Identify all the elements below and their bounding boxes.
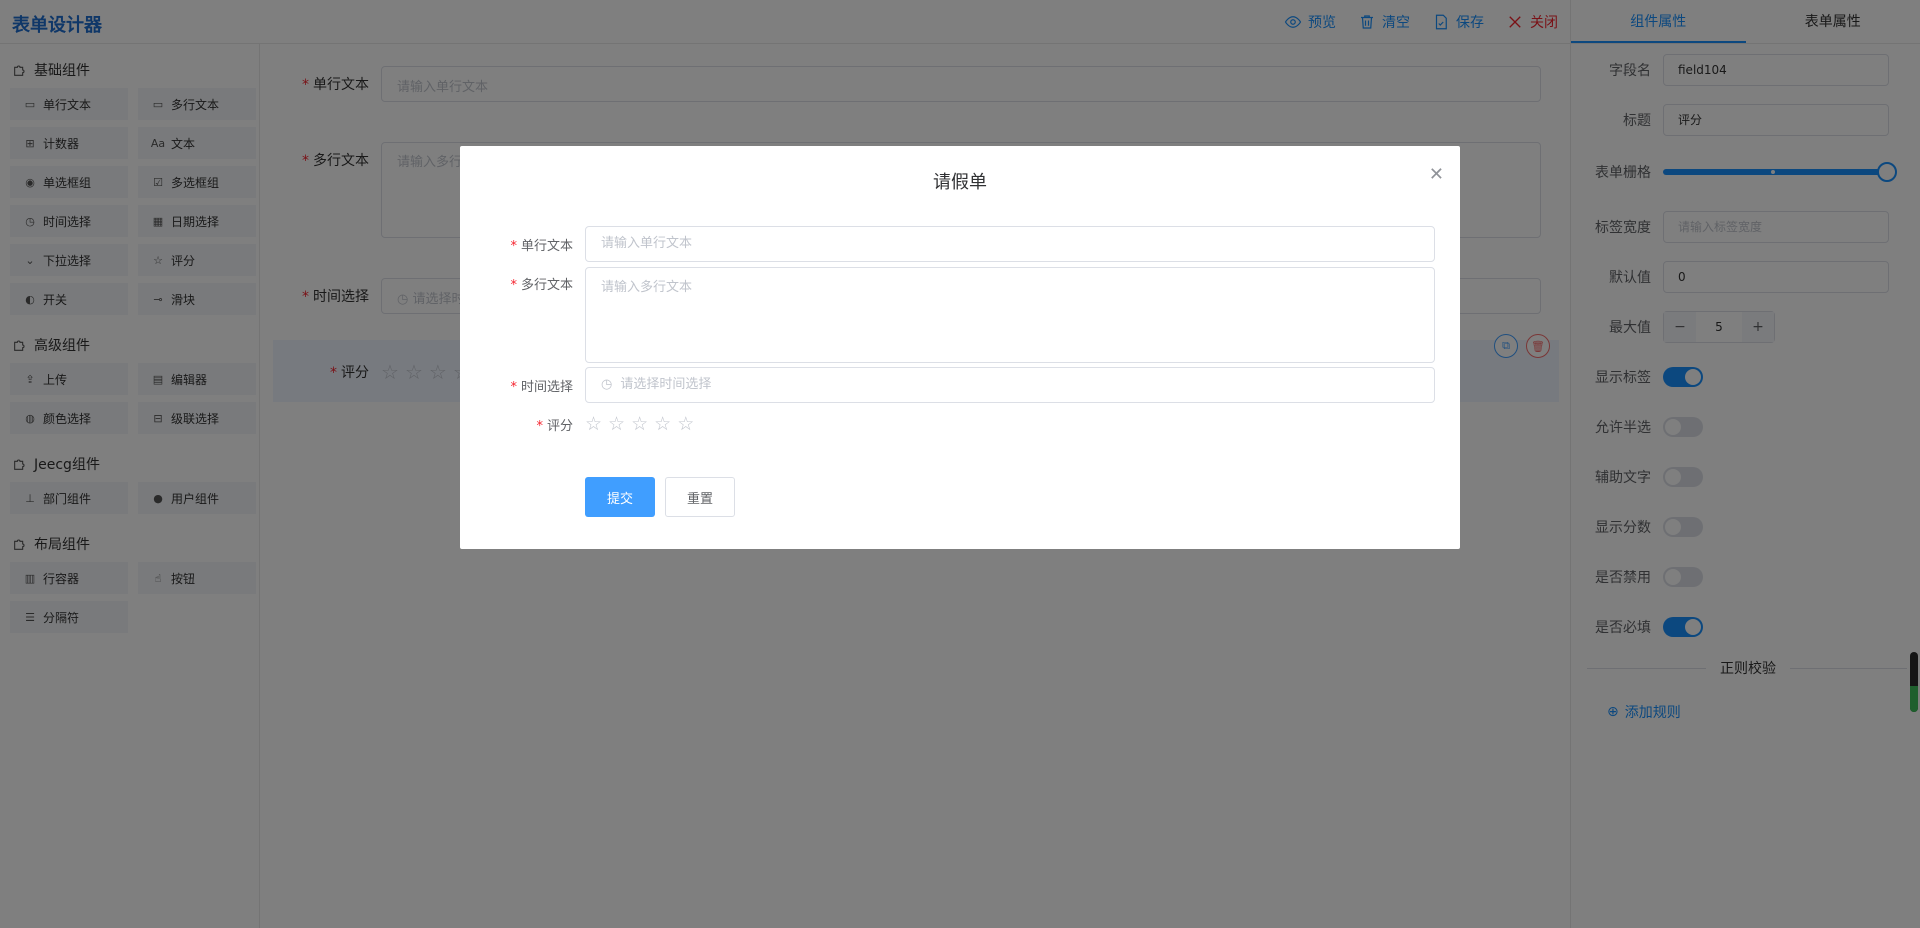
submit-button[interactable]: 提交 [585,477,655,517]
preview-dialog: 请假单 ✕ * 单行文本 请输入单行文本 * 多行文本 请输入多行文本 * 时间选择 … [460,146,1460,549]
dialog-time-input[interactable]: ◷ 请选择时间选择 [585,367,1435,403]
clock-icon: ◷ [601,377,613,392]
star-icon[interactable]: ☆ [608,414,625,434]
dialog-row-rating: * 评分 ☆ ☆ ☆ ☆ ☆ [460,414,694,434]
dialog-text-input[interactable]: 请输入单行文本 [585,226,1435,262]
star-icon[interactable]: ☆ [677,414,694,434]
dialog-label: * 单行文本 [510,238,573,254]
star-icon[interactable]: ☆ [654,414,671,434]
dialog-textarea[interactable]: 请输入多行文本 [585,267,1435,363]
dialog-label: * 评分 [536,418,573,434]
dialog-title: 请假单 [933,172,987,193]
dialog-rating[interactable]: ☆ ☆ ☆ ☆ ☆ [585,414,694,434]
dialog-label: * 时间选择 [510,379,573,395]
dialog-label: * 多行文本 [510,278,573,293]
close-icon[interactable]: ✕ [1429,164,1444,185]
star-icon[interactable]: ☆ [585,414,602,434]
star-icon[interactable]: ☆ [631,414,648,434]
dialog-row-time: * 时间选择 ◷ 请选择时间选择 [460,367,1435,403]
dialog-row-textarea: * 多行文本 请输入多行文本 [460,267,1435,363]
reset-button[interactable]: 重置 [665,477,735,517]
dialog-row-text: * 单行文本 请输入单行文本 [460,226,1435,262]
